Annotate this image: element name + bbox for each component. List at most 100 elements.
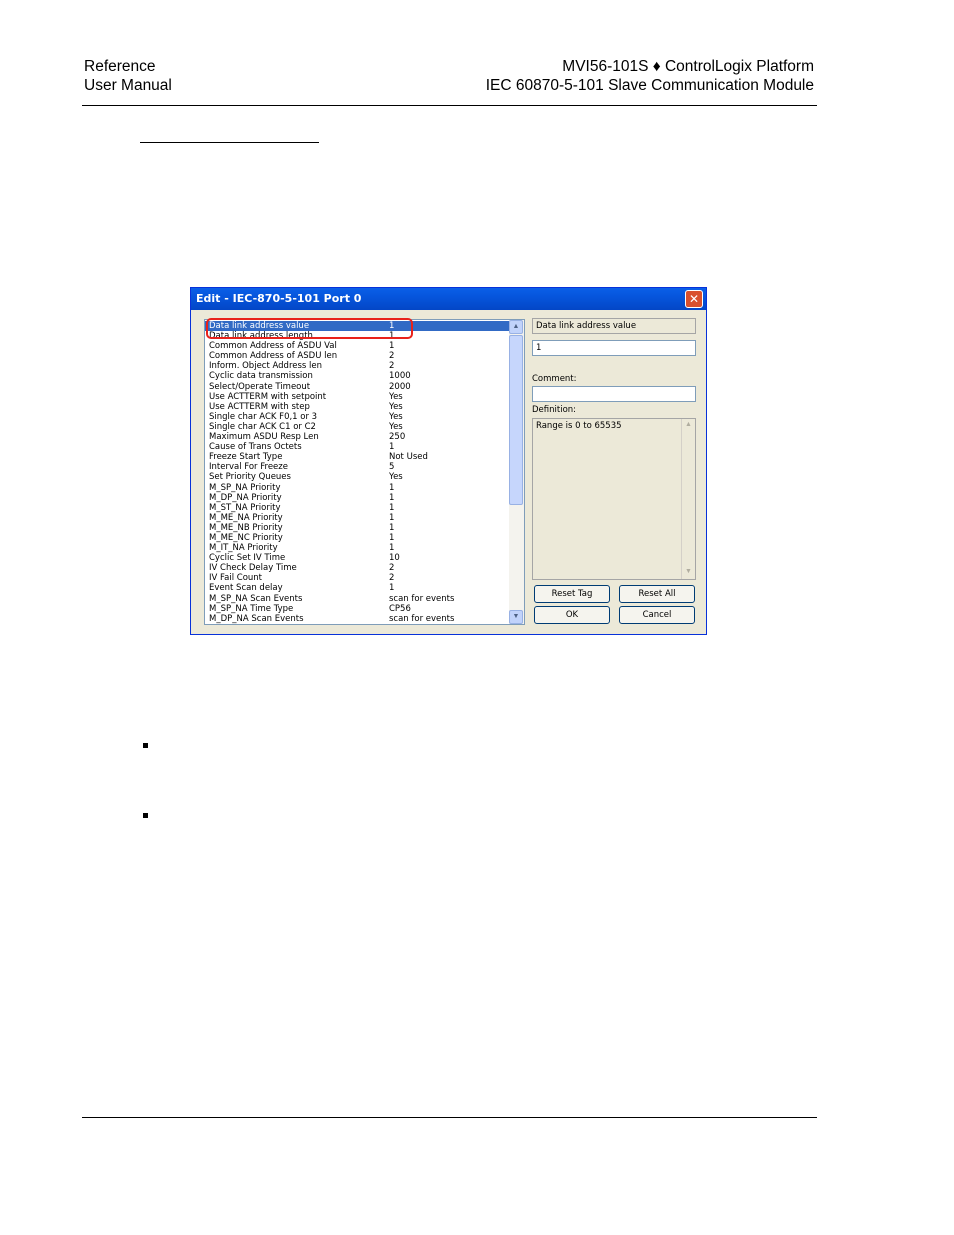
list-item[interactable]: Single char ACK F0,1 or 3 Yes [205, 412, 511, 422]
parameter-name: Single char ACK C1 or C2 [209, 421, 316, 432]
parameter-value: 1 [389, 512, 395, 523]
parameter-name: Cyclic data transmission [209, 371, 313, 382]
parameter-name: M_DP_NA Scan Events [209, 613, 304, 624]
footer-divider [82, 1117, 817, 1118]
list-item[interactable]: IV Check Delay Time 2 [205, 563, 511, 573]
parameter-name: Set Priority Queues [209, 472, 291, 483]
definition-text: Range is 0 to 65535 [536, 421, 622, 431]
parameter-value: 250 [389, 432, 406, 443]
bullet-point [143, 743, 148, 748]
parameter-name: IV Fail Count [209, 573, 263, 584]
parameter-rows: Data link address value 1 Data link addres… [205, 321, 511, 624]
parameter-name: M_ME_NC Priority [209, 532, 283, 543]
header-right: MVI56-101S ♦ ControlLogix Platform IEC 6… [486, 57, 814, 95]
scroll-thumb[interactable] [509, 335, 523, 505]
parameter-name: IV Check Delay Time [209, 563, 297, 574]
parameter-name: Interval For Freeze [209, 462, 288, 473]
scroll-down-button[interactable]: ▼ [509, 610, 523, 624]
parameter-value: 1 [389, 492, 395, 503]
list-item[interactable]: M_ST_NA Priority 1 [205, 503, 511, 513]
parameter-value: Yes [389, 421, 403, 432]
parameter-value: 1 [389, 341, 395, 352]
list-item[interactable]: M_ME_NC Priority 1 [205, 533, 511, 543]
parameter-name: M_SP_NA Time Type [209, 603, 294, 614]
list-item[interactable]: M_ME_NB Priority 1 [205, 523, 511, 533]
parameter-value: scan for events [389, 593, 455, 604]
list-item[interactable]: Set Priority Queues Yes [205, 472, 511, 482]
definition-scrollbar: ▲ ▼ [681, 419, 695, 579]
parameter-name: M_ME_NB Priority [209, 522, 283, 533]
parameter-value: 1 [389, 583, 395, 594]
bullet-point [143, 813, 148, 818]
list-item[interactable]: M_DP_NA Priority 1 [205, 493, 511, 503]
definition-label: Definition: [532, 405, 577, 415]
parameter-name: Common Address of ASDU Val [209, 341, 337, 352]
list-item[interactable]: Use ACTTERM with step Yes [205, 402, 511, 412]
list-item[interactable]: Common Address of ASDU Val 1 [205, 341, 511, 351]
list-item[interactable]: M_IT_NA Priority 1 [205, 543, 511, 553]
list-item[interactable]: M_SP_NA Priority 1 [205, 483, 511, 493]
list-item[interactable]: Event Scan delay 1 [205, 583, 511, 593]
parameter-list[interactable]: Data link address value 1 Data link addres… [204, 319, 525, 625]
parameter-name: Common Address of ASDU len [209, 351, 338, 362]
header-product: MVI56-101S ♦ ControlLogix Platform [562, 58, 814, 75]
list-item[interactable]: Freeze Start Type Not Used [205, 452, 511, 462]
parameter-name: M_ST_NA Priority [209, 502, 281, 513]
parameter-value: 2000 [389, 381, 411, 392]
parameter-name: Use ACTTERM with step [209, 401, 310, 412]
reset-tag-button[interactable]: Reset Tag [534, 585, 610, 603]
parameter-name: Event Scan delay [209, 583, 283, 594]
list-item[interactable]: IV Fail Count 2 [205, 573, 511, 583]
parameter-value: Yes [389, 391, 403, 402]
list-item[interactable]: Single char ACK C1 or C2 Yes [205, 422, 511, 432]
list-item[interactable]: Common Address of ASDU len 2 [205, 351, 511, 361]
edit-dialog: Edit - IEC-870-5-101 Port 0 ✕ Data link … [190, 287, 707, 635]
reset-all-button[interactable]: Reset All [619, 585, 695, 603]
list-item[interactable]: Cyclic Set IV Time 10 [205, 553, 511, 563]
parameter-value: CP56 [389, 603, 411, 614]
parameter-value: 1 [389, 502, 395, 513]
list-item[interactable]: Maximum ASDU Resp Len 250 [205, 432, 511, 442]
cancel-button[interactable]: Cancel [619, 606, 695, 624]
header-module: IEC 60870-5-101 Slave Communication Modu… [485, 77, 814, 94]
dialog-titlebar[interactable]: Edit - IEC-870-5-101 Port 0 ✕ [191, 288, 706, 310]
definition-box: Range is 0 to 65535 ▲ ▼ [532, 418, 696, 580]
header-left: Reference User Manual [84, 57, 172, 95]
parameter-name: M_SP_NA Scan Events [209, 593, 303, 604]
parameter-value: 1 [389, 482, 395, 493]
definition-scroll-down-icon: ▼ [685, 568, 692, 575]
parameter-value-input[interactable]: 1 [532, 340, 696, 356]
comment-input[interactable] [532, 386, 696, 402]
list-item[interactable]: Interval For Freeze 5 [205, 462, 511, 472]
list-item[interactable]: Select/Operate Timeout 2000 [205, 382, 511, 392]
parameter-name: Maximum ASDU Resp Len [209, 432, 319, 443]
parameter-name: Inform. Object Address len [209, 361, 323, 372]
list-item[interactable]: Cause of Trans Octets 1 [205, 442, 511, 452]
ok-button[interactable]: OK [534, 606, 610, 624]
parameter-value: 2 [389, 351, 395, 362]
list-item[interactable]: M_SP_NA Scan Events scan for events [205, 594, 511, 604]
close-button[interactable]: ✕ [685, 290, 703, 308]
parameter-value: 1 [389, 522, 395, 533]
list-item[interactable]: Cyclic data transmission 1000 [205, 371, 511, 381]
list-item[interactable]: M_ME_NA Priority 1 [205, 513, 511, 523]
list-item[interactable]: M_SP_NA Time Type CP56 [205, 604, 511, 614]
parameter-name: Use ACTTERM with setpoint [209, 391, 327, 402]
parameter-value: 2 [389, 361, 395, 372]
parameter-value: scan for events [389, 613, 455, 624]
parameter-name: Single char ACK F0,1 or 3 [209, 411, 318, 422]
parameter-value: 5 [389, 462, 395, 473]
parameter-name: Freeze Start Type [209, 452, 283, 463]
selected-parameter-name: Data link address value [532, 318, 696, 334]
definition-scroll-up-icon: ▲ [685, 421, 692, 428]
parameter-value: 1000 [389, 371, 411, 382]
list-item[interactable]: Use ACTTERM with setpoint Yes [205, 392, 511, 402]
list-scrollbar[interactable]: ▲ ▼ [509, 320, 524, 624]
parameter-value: 1 [389, 543, 395, 554]
list-item[interactable]: Inform. Object Address len 2 [205, 361, 511, 371]
parameter-value: 1 [389, 442, 395, 453]
section-underline [140, 142, 319, 143]
list-item[interactable]: M_DP_NA Scan Events scan for events [205, 614, 511, 624]
scroll-up-button[interactable]: ▲ [509, 320, 523, 334]
parameter-value: Not Used [389, 452, 428, 463]
